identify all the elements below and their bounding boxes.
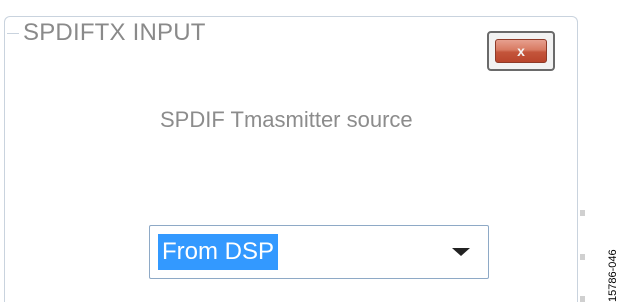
chevron-down-icon[interactable] bbox=[452, 248, 470, 256]
close-icon: x bbox=[517, 43, 525, 59]
close-button[interactable]: x bbox=[487, 31, 555, 71]
close-button-face: x bbox=[495, 39, 547, 63]
dropdown-selected-value: From DSP bbox=[158, 234, 279, 270]
field-label: SPDIF Tmasmitter source bbox=[160, 107, 413, 132]
dialog-window: SPDIFTX INPUT x SPDIF Tmasmitter source … bbox=[0, 0, 626, 302]
edge-tick bbox=[580, 210, 585, 216]
edge-tick bbox=[580, 296, 585, 302]
legend-border-segment bbox=[7, 33, 19, 34]
group-title-text: SPDIFTX INPUT bbox=[23, 19, 206, 46]
edge-tick bbox=[580, 254, 585, 260]
source-dropdown[interactable]: From DSP bbox=[149, 225, 489, 279]
group-title: SPDIFTX INPUT bbox=[7, 19, 210, 47]
figure-number: 15786-046 bbox=[607, 249, 619, 302]
